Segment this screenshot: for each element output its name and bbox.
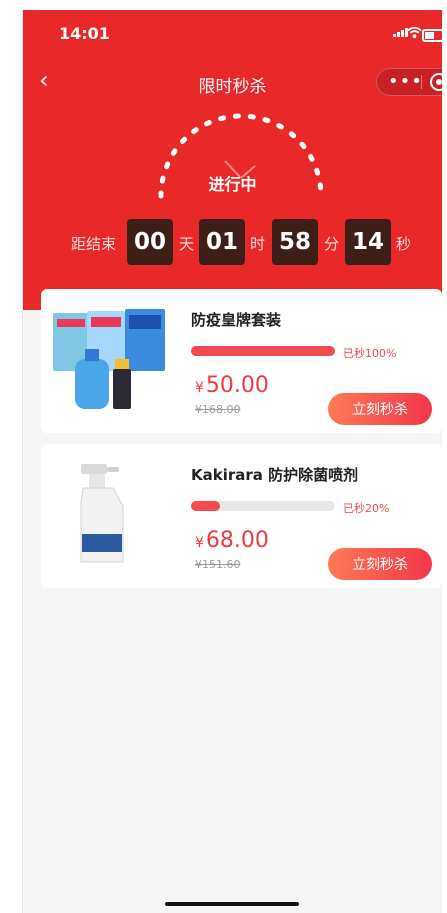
product-name: 防疫皇牌套装: [191, 311, 282, 329]
signal-icon: [393, 28, 408, 37]
miniprogram-capsule: •••: [376, 68, 442, 96]
price-value: 68.00: [205, 528, 269, 553]
days-unit: 天: [179, 235, 195, 253]
capsule-divider: [421, 75, 422, 89]
countdown-minutes: 58: [272, 219, 318, 265]
sale-progress-fill: [191, 346, 335, 356]
product-name: Kakirara 防护除菌喷剂: [191, 466, 359, 484]
countdown-timer: 距结束 00 天 01 时 58 分 14 秒: [23, 219, 442, 269]
sale-progress-bar: [191, 501, 335, 511]
product-image: [80, 464, 124, 563]
minutes-unit: 分: [324, 235, 340, 253]
seconds-unit: 秒: [396, 235, 412, 253]
more-dots-icon[interactable]: •••: [388, 71, 423, 92]
navigation-bar: ‹ 限时秒杀 •••: [23, 64, 442, 100]
sale-price: ¥68.00: [195, 528, 269, 553]
original-price: ¥168.00: [195, 403, 241, 416]
countdown-days: 00: [127, 219, 173, 265]
sale-progress-bar: [191, 346, 335, 356]
currency-symbol: ¥: [195, 380, 204, 396]
currency-symbol: ¥: [195, 535, 204, 551]
countdown-prefix: 距结束: [71, 235, 117, 253]
status-bar: 14:01: [23, 10, 442, 56]
countdown-seconds: 14: [345, 219, 391, 265]
product-card[interactable]: 防疫皇牌套装 已秒100% ¥50.00 ¥168.00 立刻秒杀: [41, 289, 442, 433]
buy-now-button[interactable]: 立刻秒杀: [328, 393, 432, 425]
target-close-icon[interactable]: [430, 73, 442, 91]
battery-icon: [422, 29, 442, 42]
sold-percentage: 已秒100%: [343, 347, 397, 360]
phone-screen: 14:01 ‹ 限时秒杀 ••• 进行中 距结束 00 天 01 时 58 分 …: [22, 10, 442, 913]
status-time: 14:01: [59, 24, 110, 43]
sale-status: 进行中: [208, 175, 257, 194]
wifi-icon: [407, 26, 422, 39]
countdown-hours: 01: [199, 219, 245, 265]
product-card[interactable]: Kakirara 防护除菌喷剂 已秒20% ¥68.00 ¥151.60 立刻秒…: [41, 444, 442, 588]
buy-now-button[interactable]: 立刻秒杀: [328, 548, 432, 580]
product-image: [53, 309, 165, 409]
home-indicator: [165, 902, 299, 906]
original-price: ¥151.60: [195, 558, 241, 571]
sale-progress-fill: [191, 501, 220, 511]
price-value: 50.00: [205, 373, 269, 398]
sale-price: ¥50.00: [195, 373, 269, 398]
sold-percentage: 已秒20%: [343, 502, 390, 515]
hours-unit: 时: [250, 235, 266, 253]
